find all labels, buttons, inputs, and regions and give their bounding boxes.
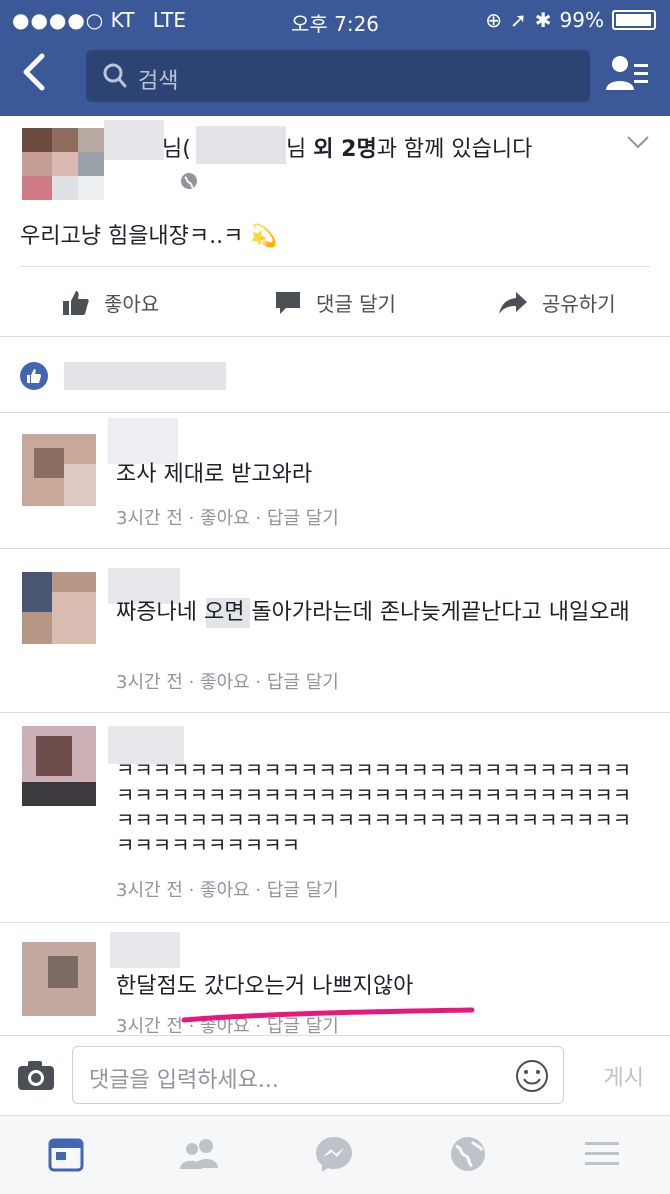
comment-meta[interactable]: 3시간 전 · 좋아요 · 답글 달기 <box>116 876 339 902</box>
divider <box>0 922 670 923</box>
comment-text: 짜증나네 오면 돌아가라는데 존나늦게끝난다고 내일오래 <box>116 600 630 625</box>
friend-requests-button[interactable] <box>604 50 650 100</box>
menu-icon <box>585 1142 619 1165</box>
camera-icon[interactable] <box>16 1058 56 1092</box>
battery-percent: 99% <box>559 8 604 32</box>
post-text: 우리고냥 힘을내쟝ㅋ..ㅋ 💫 <box>20 224 278 249</box>
emoji-icon[interactable] <box>515 1059 549 1093</box>
like-button[interactable]: 좋아요 <box>62 288 159 317</box>
back-arrow-icon <box>23 53 45 91</box>
tab-news-feed[interactable] <box>46 1134 90 1178</box>
share-button[interactable]: 공유하기 <box>498 288 616 317</box>
messenger-icon <box>316 1137 352 1172</box>
status-right: ⊕ ➚ ✱ 99% <box>485 8 656 32</box>
divider <box>20 266 650 267</box>
search-placeholder: 검색 <box>138 69 179 94</box>
thumbs-up-icon <box>63 290 89 315</box>
commenter-avatar[interactable] <box>22 434 96 506</box>
blurred-name <box>104 120 164 160</box>
like-label: 좋아요 <box>104 292 160 316</box>
divider <box>0 412 670 413</box>
nav-bar: 검색 <box>0 38 670 116</box>
comment-input[interactable]: 댓글을 입력하세요... <box>72 1046 564 1104</box>
friend-list-icon <box>606 56 648 90</box>
commenter-avatar[interactable] <box>22 726 96 806</box>
comment-text: 조사 제대로 받고와라 <box>116 462 313 487</box>
blurred-likers <box>64 362 226 390</box>
blurred-commenter-name <box>108 418 178 464</box>
commenter-avatar[interactable] <box>22 572 96 644</box>
comment-composer: 댓글을 입력하세요... 게시 <box>0 1035 670 1116</box>
divider <box>0 548 670 549</box>
comment-text: ㅋㅋㅋㅋㅋㅋㅋㅋㅋㅋㅋㅋㅋㅋㅋㅋㅋㅋㅋㅋㅋㅋㅋㅋㅋㅋㅋㅋㅋㅋㅋㅋㅋㅋㅋㅋㅋㅋㅋㅋ… <box>116 758 632 857</box>
header-others-link[interactable]: 외 2명 <box>313 137 376 162</box>
header-tagline: 님 외 2명과 함께 있습니다 <box>286 131 532 163</box>
globe-privacy-icon <box>181 173 197 189</box>
header-name-tail: 님 <box>286 137 307 162</box>
divider <box>0 712 670 713</box>
pink-underline-mark <box>181 1007 475 1023</box>
blurred-name-2 <box>196 126 286 164</box>
post-actions: 좋아요 댓글 달기 공유하기 <box>0 268 670 334</box>
header-name-a: 님( <box>162 137 191 162</box>
post-author-avatar[interactable] <box>22 128 104 200</box>
blurred-commenter-name <box>110 932 180 968</box>
commenter-avatar[interactable] <box>22 942 96 1016</box>
tab-notifications[interactable] <box>448 1134 492 1178</box>
comment-meta[interactable]: 3시간 전 · 좋아요 · 답글 달기 <box>116 668 339 694</box>
back-button[interactable] <box>20 50 60 100</box>
like-badge-icon <box>20 362 48 390</box>
friends-icon <box>180 1139 218 1169</box>
location-icon: ➚ <box>510 8 527 32</box>
news-feed-icon <box>48 1138 84 1172</box>
share-arrow-icon <box>499 291 527 314</box>
share-label: 공유하기 <box>542 292 616 316</box>
search-bar[interactable]: 검색 <box>86 50 590 102</box>
tab-menu[interactable] <box>582 1134 626 1178</box>
header-suffix: 과 함께 있습니다 <box>376 137 533 162</box>
comment-label: 댓글 달기 <box>316 292 396 316</box>
chevron-down-icon[interactable] <box>626 134 650 150</box>
comment-text: 한달점도 갔다오는거 나쁘지않아 <box>116 974 414 999</box>
bluetooth-icon: ✱ <box>534 8 552 32</box>
comment-bubble-icon <box>276 291 300 314</box>
comment-meta[interactable]: 3시간 전 · 좋아요 · 답글 달기 <box>116 504 339 530</box>
comment-button[interactable]: 댓글 달기 <box>274 288 396 317</box>
status-bar: ●●●●○ KT LTE 오후 7:26 ⊕ ➚ ✱ 99% <box>0 0 670 38</box>
comment-input-placeholder: 댓글을 입력하세요... <box>89 1068 279 1093</box>
battery-icon <box>612 10 656 30</box>
tab-bar <box>0 1115 670 1194</box>
tab-friends[interactable] <box>178 1134 222 1178</box>
notifications-globe-icon <box>451 1137 485 1171</box>
post-comment-button[interactable]: 게시 <box>604 1060 644 1092</box>
search-icon <box>103 63 127 88</box>
lock-rotation-icon: ⊕ <box>485 8 503 32</box>
tab-messenger[interactable] <box>314 1134 358 1178</box>
divider <box>0 336 670 337</box>
